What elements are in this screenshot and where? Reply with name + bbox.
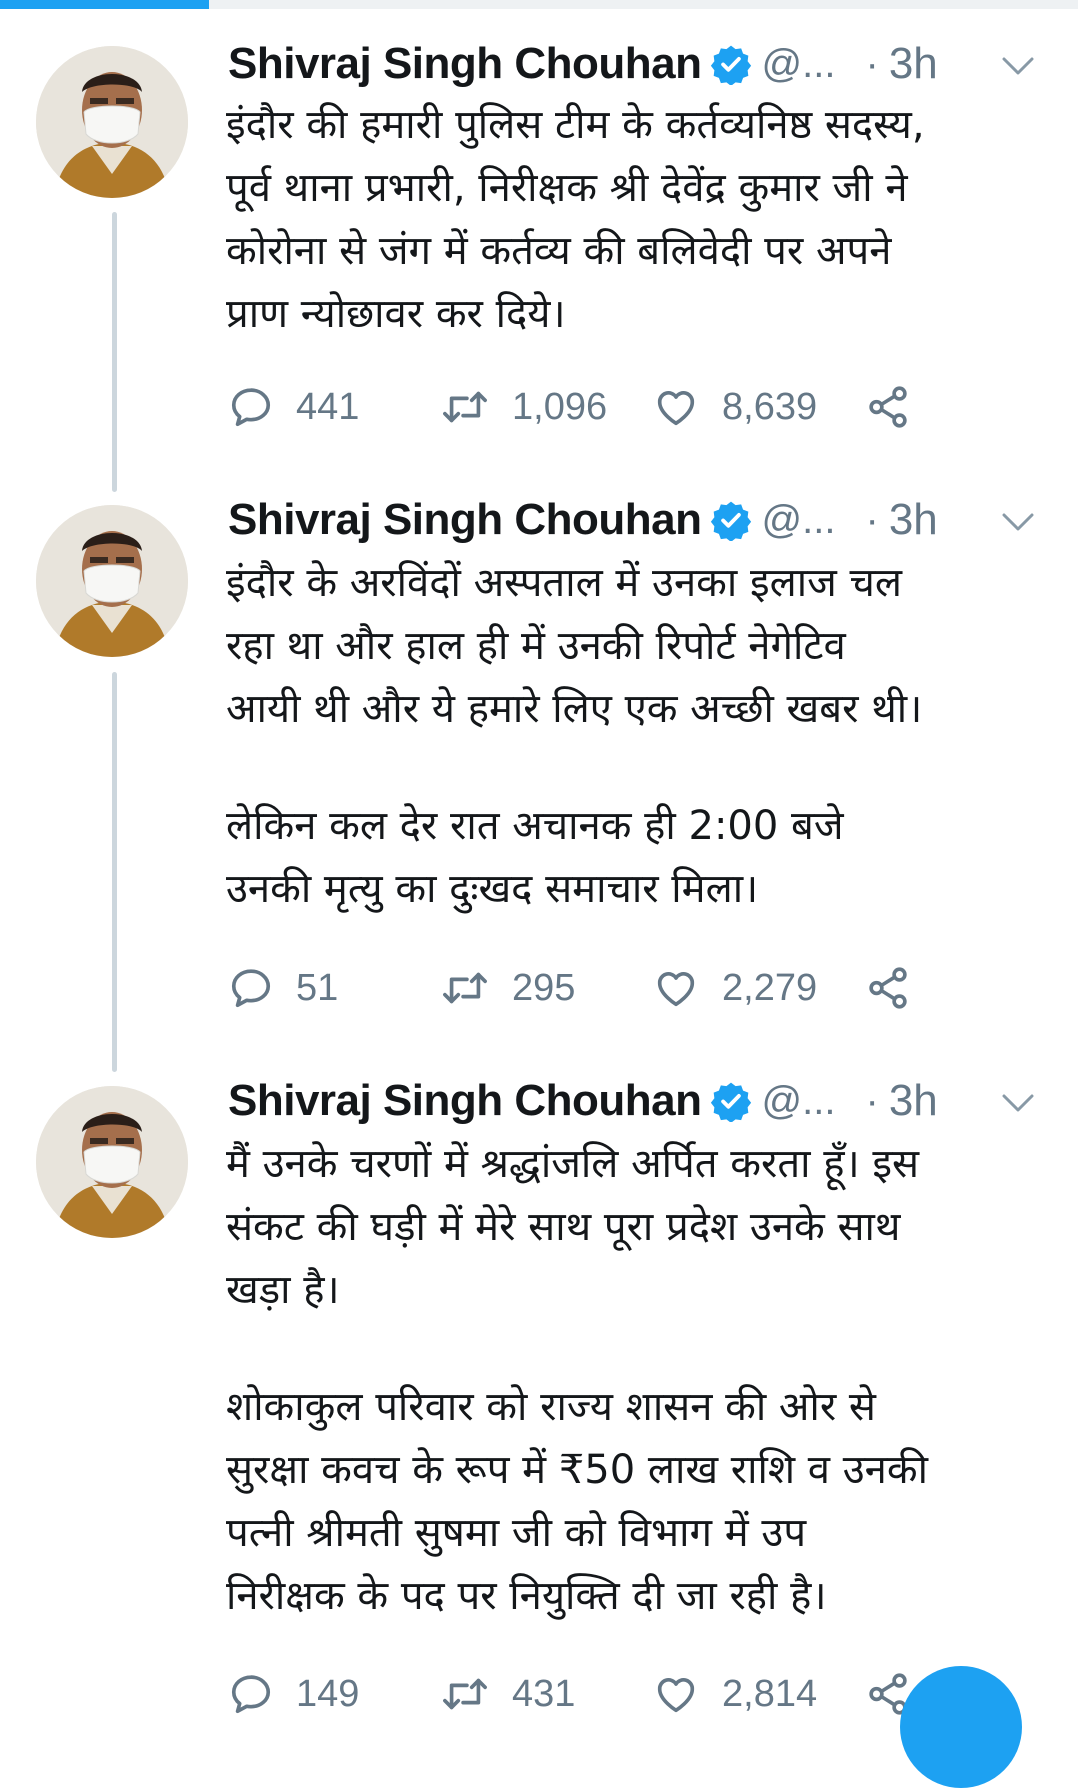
tweet-text-line: पत्नी श्रीमती सुषमा जी को विभाग में उप: [226, 1510, 807, 1556]
retweet-button[interactable]: 1,096: [440, 377, 607, 437]
like-button[interactable]: 2,814: [652, 1664, 817, 1724]
heart-icon: [657, 391, 695, 426]
share-button[interactable]: [864, 377, 912, 437]
tweet-text-line: प्राण न्योछावर कर दिये।: [226, 291, 566, 337]
tweet-text-line: पूर्व थाना प्रभारी, निरीक्षक श्री देवेंद…: [226, 165, 908, 211]
tweet-text-line: आयी थी और ये हमारे लिए एक अच्छी खबर थी।: [226, 686, 923, 732]
retweet-icon: [443, 391, 487, 423]
tweet-header: Shivraj Singh Chouhan @... · 3h: [228, 492, 938, 548]
author-handle[interactable]: @...: [762, 1079, 836, 1124]
like-count: 2,814: [722, 1672, 818, 1715]
author-name[interactable]: Shivraj Singh Chouhan: [228, 39, 702, 89]
separator-dot: ·: [865, 497, 879, 542]
heart-icon: [657, 1678, 695, 1713]
avatar-image: [36, 1086, 188, 1238]
thread-connector-line: [112, 212, 117, 492]
retweet-count: 431: [512, 1672, 576, 1715]
reply-button[interactable]: 51: [228, 958, 338, 1018]
tweet-text-line: लेकिन कल देर रात अचानक ही 2:00 बजे: [226, 803, 844, 849]
chevron-down-icon[interactable]: [1000, 1091, 1036, 1115]
tweet-text-line: इंदौर की हमारी पुलिस टीम के कर्तव्यनिष्ठ…: [226, 102, 925, 148]
tweet-text-line: निरीक्षक के पद पर नियुक्ति दी जा रही है।: [226, 1573, 827, 1619]
retweet-icon: [443, 1678, 487, 1710]
tweet-text-line: मैं उनके चरणों में श्रद्धांजलि अर्पित कर…: [226, 1141, 919, 1187]
retweet-button[interactable]: 295: [440, 958, 575, 1018]
reply-button[interactable]: 441: [228, 377, 359, 437]
tweet-timestamp[interactable]: 3h: [889, 495, 938, 545]
like-count: 2,279: [722, 966, 818, 1009]
tweet-text-line: उनकी मृत्यु का दुःखद समाचार मिला।: [226, 866, 759, 912]
like-count: 8,639: [722, 385, 818, 428]
progress-bar: [0, 0, 210, 9]
compose-fab-button[interactable]: [900, 1666, 1022, 1788]
tweet-actions: 441 1,096 8,639: [228, 377, 1028, 437]
retweet-button[interactable]: 431: [440, 1664, 575, 1724]
tweet-text-line: शोकाकुल परिवार को राज्य शासन की ओर से: [226, 1384, 876, 1430]
tweet-text: इंदौर के अरविंदों अस्पताल में उनका इलाज …: [226, 552, 1056, 921]
thread-connector-line: [112, 672, 117, 1072]
heart-icon: [657, 972, 695, 1007]
tweet-text-line: इंदौर के अरविंदों अस्पताल में उनका इलाज …: [226, 560, 903, 606]
tweet-text-line: संकट की घड़ी में मेरे साथ पूरा प्रदेश उन…: [226, 1204, 901, 1250]
tweet-text: इंदौर की हमारी पुलिस टीम के कर्तव्यनिष्ठ…: [226, 94, 1056, 346]
avatar[interactable]: [36, 46, 188, 198]
retweet-count: 295: [512, 966, 576, 1009]
author-name[interactable]: Shivraj Singh Chouhan: [228, 495, 702, 545]
reply-count: 441: [296, 385, 360, 428]
avatar[interactable]: [36, 1086, 188, 1238]
chevron-down-icon[interactable]: [1000, 54, 1036, 78]
verified-badge-icon: [710, 45, 751, 85]
avatar-image: [36, 46, 188, 198]
tweet-text-line: खड़ा है।: [226, 1267, 340, 1313]
tweet-text: मैं उनके चरणों में श्रद्धांजलि अर्पित कर…: [226, 1133, 1056, 1628]
tweet-actions: 51 295 2,279: [228, 958, 1028, 1018]
reply-button[interactable]: 149: [228, 1664, 359, 1724]
reply-count: 51: [296, 966, 339, 1009]
share-button[interactable]: [864, 958, 912, 1018]
tweet-text-line: कोरोना से जंग में कर्तव्य की बलिवेदी पर …: [226, 228, 892, 274]
retweet-count: 1,096: [512, 385, 608, 428]
avatar-image: [36, 505, 188, 657]
author-handle[interactable]: @...: [762, 498, 836, 543]
tweet-header: Shivraj Singh Chouhan @... · 3h: [228, 36, 938, 92]
tweet-header: Shivraj Singh Chouhan @... · 3h: [228, 1073, 938, 1129]
author-handle[interactable]: @...: [762, 42, 836, 87]
share-icon: [869, 967, 907, 1009]
separator-dot: ·: [865, 41, 879, 86]
reply-icon: [231, 388, 271, 427]
tweet-timestamp[interactable]: 3h: [889, 1076, 938, 1126]
tweet-text-line: रहा था और हाल ही में उनकी रिपोर्ट नेगेटि…: [226, 623, 846, 669]
retweet-icon: [443, 972, 487, 1004]
share-icon: [869, 386, 907, 428]
avatar[interactable]: [36, 505, 188, 657]
progress-track: [0, 0, 1078, 9]
like-button[interactable]: 2,279: [652, 958, 817, 1018]
author-name[interactable]: Shivraj Singh Chouhan: [228, 1076, 702, 1126]
reply-icon: [231, 1675, 271, 1714]
tweet-text-line: सुरक्षा कवच के रूप में ₹50 लाख राशि व उन…: [226, 1447, 928, 1493]
like-button[interactable]: 8,639: [652, 377, 817, 437]
verified-badge-icon: [710, 1082, 751, 1122]
verified-badge-icon: [710, 501, 751, 541]
reply-icon: [231, 969, 271, 1008]
separator-dot: ·: [865, 1078, 879, 1123]
reply-count: 149: [296, 1672, 360, 1715]
tweet-timestamp[interactable]: 3h: [889, 39, 938, 89]
chevron-down-icon[interactable]: [1000, 510, 1036, 534]
